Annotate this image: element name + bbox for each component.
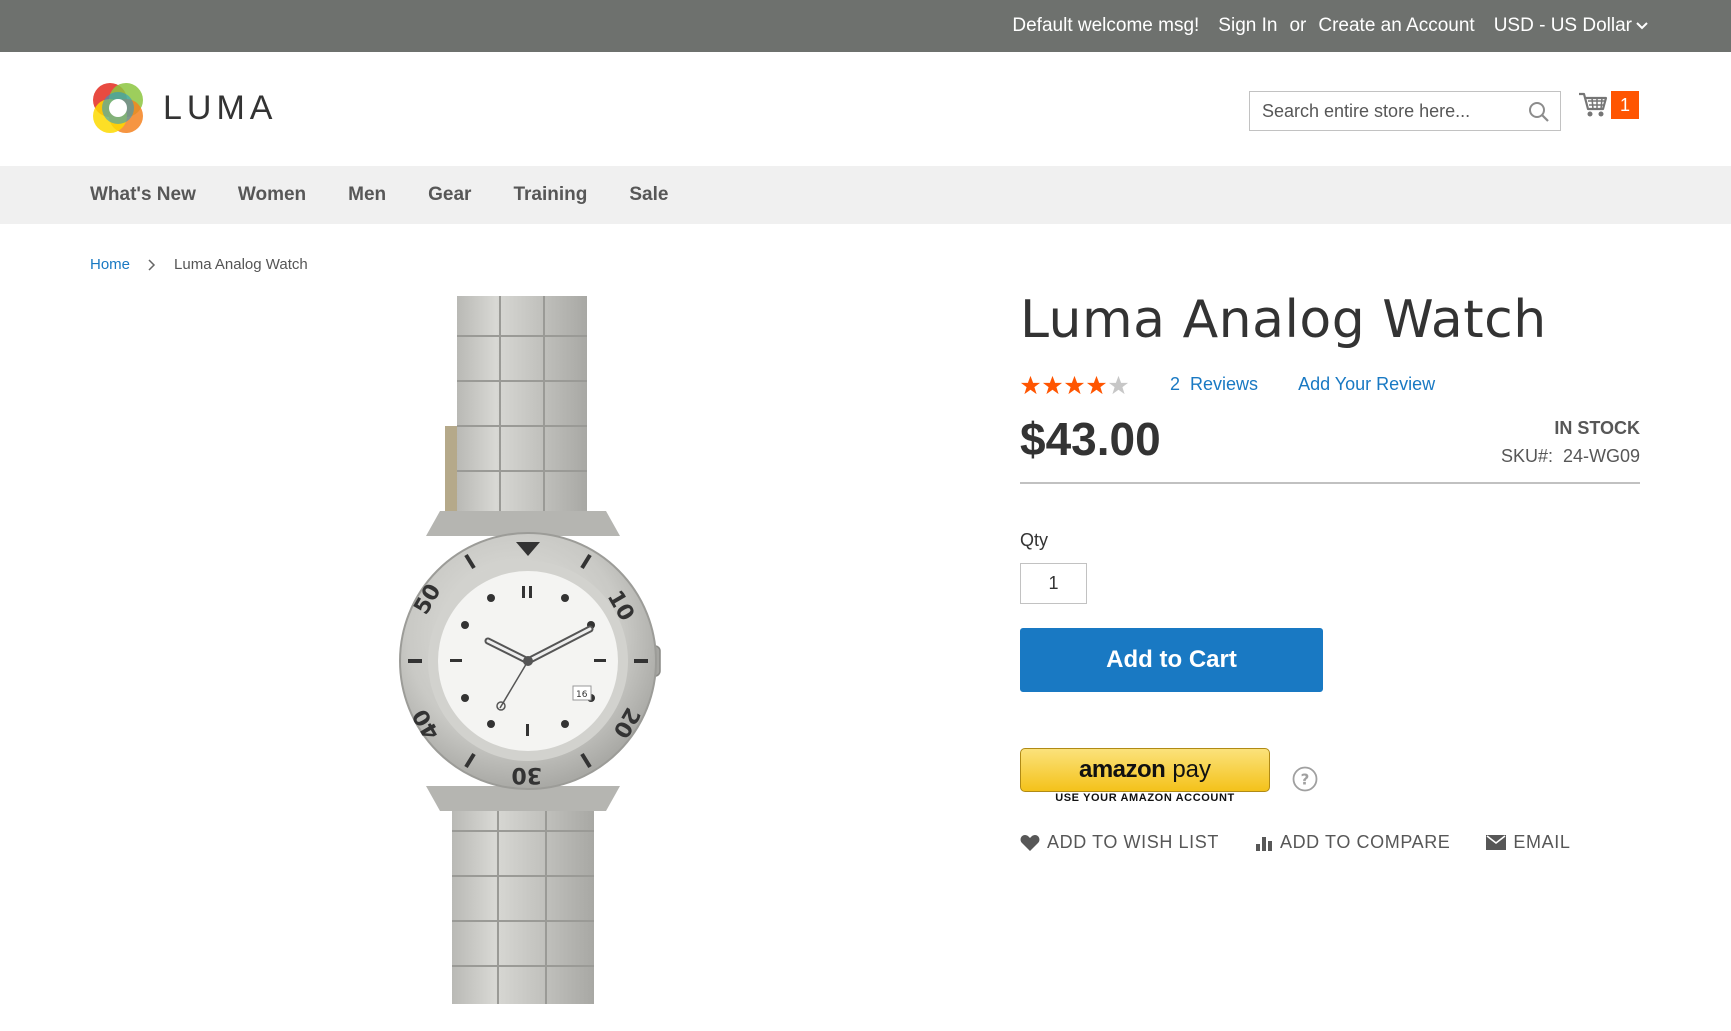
nav-item-women[interactable]: Women (238, 184, 306, 206)
product-actions: Add to Wish List Add to Compare Email (1020, 832, 1606, 853)
amazon-pay-graphic: amazon pay (1020, 748, 1270, 792)
nav-item-gear[interactable]: Gear (428, 184, 471, 206)
reviews-label: Reviews (1190, 374, 1259, 394)
sku-label: SKU#: (1500, 446, 1553, 466)
star-icon (1042, 375, 1063, 394)
currency-switcher[interactable]: USD - US Dollar (1494, 15, 1648, 37)
create-account-link[interactable]: Create an Account (1318, 15, 1474, 37)
heart-icon (1020, 834, 1040, 851)
top-links: Default welcome msg! Sign In or Create a… (1012, 0, 1648, 52)
nav-item-sale[interactable]: Sale (629, 184, 668, 206)
breadcrumb: Home Luma Analog Watch (90, 256, 308, 273)
chevron-down-icon (1636, 22, 1648, 30)
add-to-cart-button[interactable]: Add to Cart (1020, 628, 1323, 692)
or-text: or (1289, 15, 1307, 36)
cart-count-badge: 1 (1611, 91, 1639, 119)
sign-in-link[interactable]: Sign In (1218, 15, 1277, 37)
top-panel: Default welcome msg! Sign In or Create a… (0, 0, 1731, 52)
amazon-pay-button[interactable]: amazon pay USE YOUR AMAZON ACCOUNT (1020, 748, 1270, 806)
welcome-message: Default welcome msg! (1012, 15, 1200, 36)
watch-date: 16 (576, 690, 588, 700)
store-logo[interactable]: LUMA (90, 80, 277, 136)
rating-stars (1020, 375, 1130, 395)
star-icon (1108, 375, 1129, 394)
luma-logo-icon (93, 83, 143, 133)
watch-image: 10 20 30 40 50 16 (399, 296, 661, 1004)
qty-label: Qty (1020, 530, 1049, 550)
main-navigation: What's New Women Men Gear Training Sale (0, 166, 1731, 224)
compare-chart-icon (1255, 836, 1272, 851)
product-image[interactable]: 10 20 30 40 50 16 (260, 296, 800, 1004)
compare-label: Add to Compare (1279, 832, 1451, 852)
currency-label: USD - US Dollar (1493, 15, 1632, 36)
product-rating: 2 Reviews Add Your Review (1020, 374, 1435, 395)
chevron-right-icon (148, 258, 156, 271)
help-icon[interactable]: ? (1292, 766, 1318, 792)
star-icon (1020, 375, 1041, 394)
stock-status: In stock (1554, 418, 1640, 438)
amazon-word: amazon (1078, 756, 1166, 783)
product-price: $43.00 (1020, 413, 1161, 465)
email-label: Email (1513, 832, 1571, 852)
amazon-pay-subtitle: USE YOUR AMAZON ACCOUNT (1055, 792, 1235, 804)
add-review-link[interactable]: Add Your Review (1298, 374, 1435, 395)
nav-item-whats-new[interactable]: What's New (90, 184, 196, 206)
reviews-link[interactable]: 2 Reviews (1170, 374, 1258, 395)
product-title: Luma Analog Watch (1020, 290, 1547, 350)
amazon-pay-word: pay (1172, 756, 1212, 783)
wishlist-label: Add to Wish List (1047, 832, 1219, 852)
add-to-wishlist-link[interactable]: Add to Wish List (1020, 832, 1219, 853)
envelope-icon (1486, 835, 1507, 850)
shopping-cart-icon (1579, 92, 1608, 117)
breadcrumb-home-link[interactable]: Home (90, 256, 130, 273)
qty-input[interactable] (1020, 563, 1087, 604)
minicart[interactable]: 1 (1578, 91, 1639, 119)
add-to-compare-link[interactable]: Add to Compare (1255, 832, 1450, 853)
bezel-number-30: 30 (511, 762, 542, 787)
sku-value: 24-WG09 (1562, 446, 1640, 466)
page-header: LUMA 1 (0, 52, 1731, 166)
svg-text:?: ? (1301, 771, 1310, 789)
product-sku: SKU#: 24-WG09 (1501, 446, 1640, 467)
breadcrumb-current: Luma Analog Watch (174, 256, 308, 273)
star-icon (1086, 375, 1107, 394)
logo-text: LUMA (163, 88, 278, 127)
search-box (1249, 91, 1561, 131)
nav-item-training[interactable]: Training (513, 184, 587, 206)
email-link[interactable]: Email (1486, 832, 1570, 853)
search-icon[interactable] (1528, 101, 1550, 123)
reviews-count: 2 (1170, 374, 1181, 394)
search-input[interactable] (1250, 92, 1520, 130)
divider (1020, 482, 1640, 484)
star-icon (1064, 375, 1085, 394)
nav-item-men[interactable]: Men (348, 184, 386, 206)
